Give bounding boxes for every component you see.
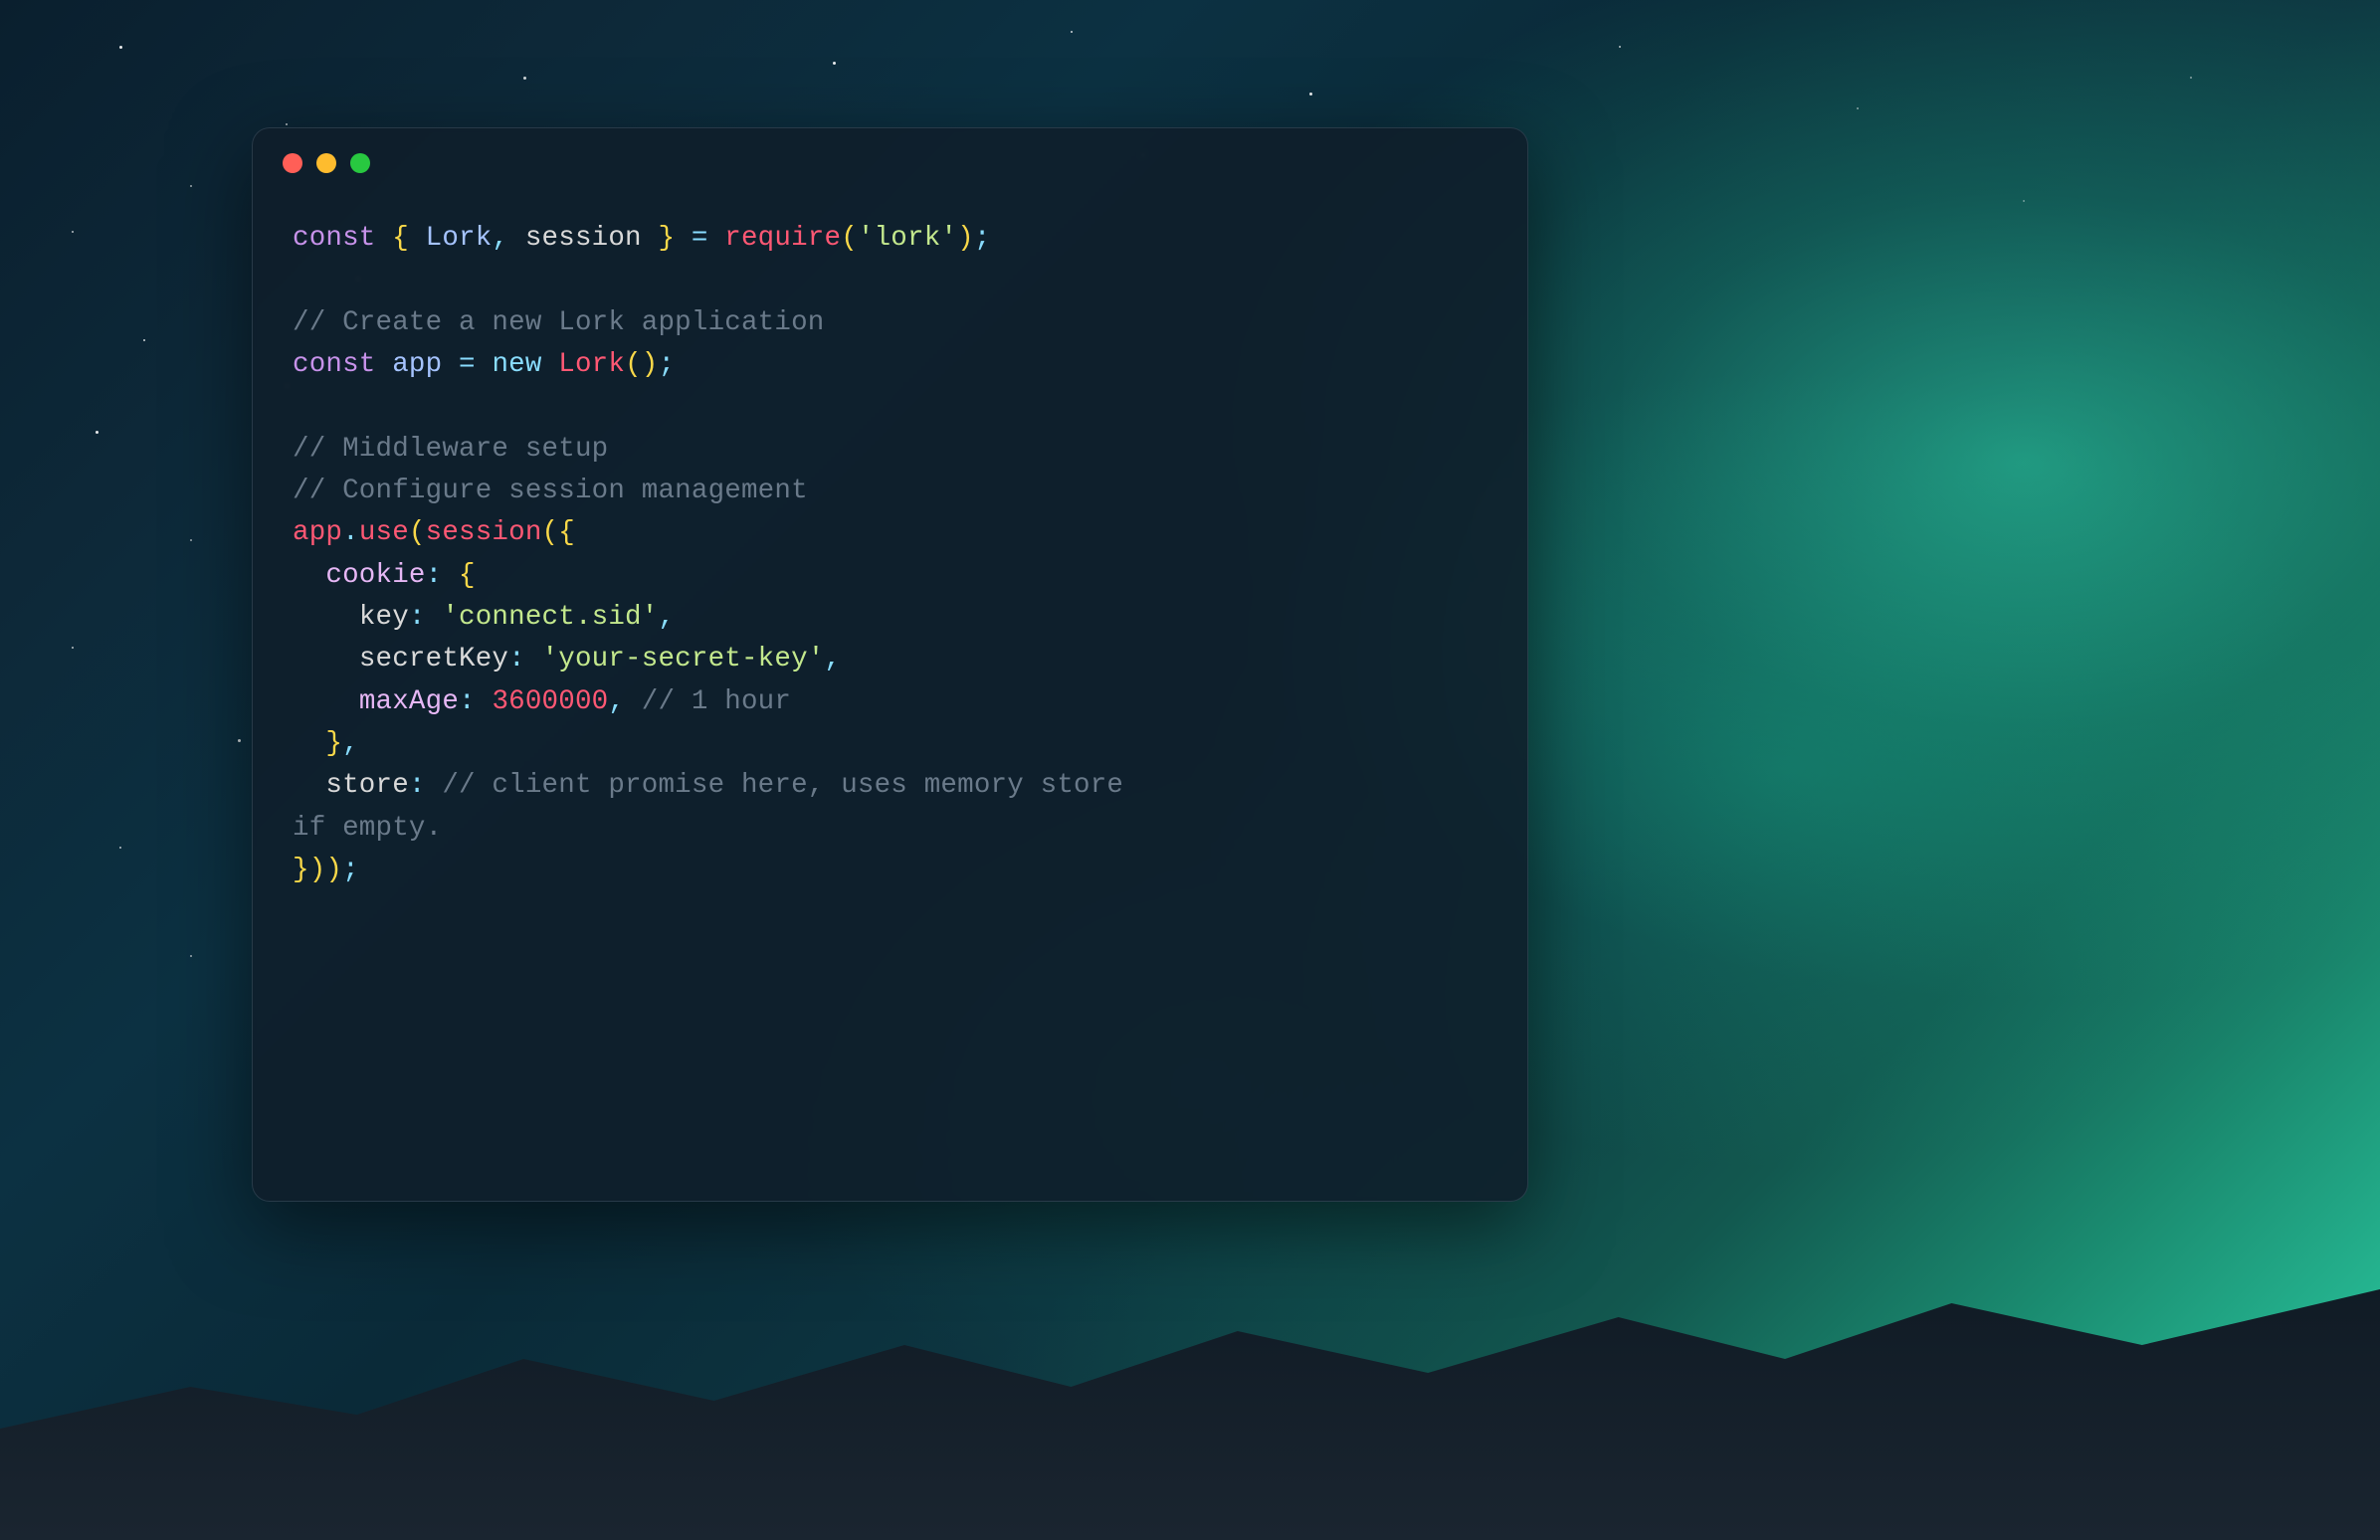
code-token: store (325, 770, 409, 801)
code-token (542, 349, 559, 380)
code-token (442, 560, 459, 591)
code-token (476, 686, 493, 717)
code-comment: // Create a new Lork application (293, 307, 825, 338)
code-token: , (608, 686, 625, 717)
code-comment: // Configure session management (293, 476, 808, 506)
code-token: , (492, 223, 508, 254)
code-token: = (692, 223, 708, 254)
code-token: app (293, 517, 342, 548)
code-token: key (359, 602, 409, 633)
code-token: ) (957, 223, 974, 254)
code-token (625, 686, 642, 717)
code-comment: // Middleware setup (293, 434, 608, 465)
code-token (376, 349, 393, 380)
code-token: session (426, 517, 542, 548)
code-token: 'lork' (858, 223, 957, 254)
code-token: : (508, 644, 525, 674)
code-token: ) (642, 349, 659, 380)
code-comment: // client promise here, uses memory stor… (442, 770, 1123, 801)
code-token (293, 686, 359, 717)
code-token (708, 223, 725, 254)
code-token: , (658, 602, 675, 633)
code-token (426, 770, 443, 801)
code-token (476, 349, 493, 380)
window-zoom-button[interactable] (350, 153, 370, 173)
code-token: Lork (558, 349, 625, 380)
code-token (675, 223, 692, 254)
code-token: , (825, 644, 842, 674)
code-token: { (459, 560, 476, 591)
code-token: ) (325, 855, 342, 885)
code-token (293, 602, 359, 633)
code-editor[interactable]: const { Lork, session } = require('lork'… (253, 198, 1527, 912)
code-token (293, 728, 325, 759)
code-token: ; (658, 349, 675, 380)
window-titlebar (253, 128, 1527, 198)
code-token: : (459, 686, 476, 717)
code-token: = (459, 349, 476, 380)
window-minimize-button[interactable] (316, 153, 336, 173)
code-token: const (293, 349, 376, 380)
code-token: ( (841, 223, 858, 254)
code-token (293, 770, 325, 801)
code-token: : (409, 770, 426, 801)
code-token: app (392, 349, 442, 380)
code-token: ) (309, 855, 326, 885)
code-token (442, 349, 459, 380)
code-token: : (426, 560, 443, 591)
code-token: session (525, 223, 642, 254)
code-token (426, 602, 443, 633)
code-token: require (724, 223, 841, 254)
window-close-button[interactable] (283, 153, 302, 173)
code-token: 'your-secret-key' (542, 644, 825, 674)
code-token: ; (342, 855, 359, 885)
code-token: new (492, 349, 541, 380)
code-token: 'connect.sid' (442, 602, 658, 633)
code-token: . (342, 517, 359, 548)
code-token: ( (542, 517, 559, 548)
code-comment: // 1 hour (642, 686, 791, 717)
code-token: 3600000 (492, 686, 608, 717)
code-token: use (359, 517, 409, 548)
code-token: { (558, 517, 575, 548)
code-token: Lork (426, 223, 493, 254)
code-token: ; (974, 223, 991, 254)
code-token: } (658, 223, 675, 254)
code-token: const (293, 223, 376, 254)
code-token (293, 644, 359, 674)
code-token (525, 644, 542, 674)
code-token (376, 223, 393, 254)
code-token: ( (625, 349, 642, 380)
code-token: ( (409, 517, 426, 548)
code-token: , (342, 728, 359, 759)
code-token: } (293, 855, 309, 885)
code-token: secretKey (359, 644, 508, 674)
code-comment: if empty. (293, 813, 442, 844)
code-token: : (409, 602, 426, 633)
code-token (409, 223, 426, 254)
code-token (508, 223, 525, 254)
code-token: cookie (325, 560, 425, 591)
code-window: const { Lork, session } = require('lork'… (252, 127, 1528, 1202)
code-token: } (325, 728, 342, 759)
code-token: { (392, 223, 409, 254)
code-token (642, 223, 659, 254)
code-token: maxAge (359, 686, 459, 717)
code-token (293, 560, 325, 591)
